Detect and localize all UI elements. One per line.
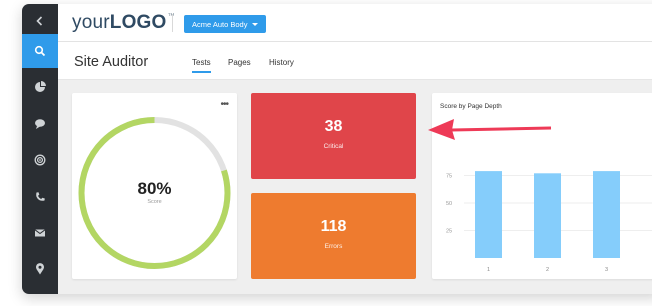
errors-count: 118 [320,218,347,235]
x-tick-label: 3 [605,267,608,273]
score-label: Score [147,199,162,205]
header-divider [172,14,173,32]
account-switcher-button[interactable]: Acme Auto Body [184,15,267,33]
score-value: 80% [137,179,172,198]
sidebar-item-email[interactable] [22,216,58,250]
sidebar-item-reports[interactable] [22,70,58,104]
tab-pages[interactable]: Pages [228,58,251,67]
y-tick-label: 50 [446,201,452,207]
sidebar-item-search[interactable] [22,34,58,68]
errors-label: Errors [324,243,343,250]
search-icon [34,45,46,57]
sidebar-item-reviews[interactable] [22,107,58,141]
brand-logo[interactable]: yourLOGO™ [72,12,175,34]
chevron-left-icon [36,16,43,26]
tab-tests[interactable]: Tests [192,58,211,73]
chat-bubble-icon [35,119,45,129]
account-label: Acme Auto Body [192,19,248,29]
bar-chart: 2550751234 [446,171,652,273]
critical-count: 38 [324,118,343,135]
x-tick-label: 1 [487,267,490,273]
bar [534,173,561,258]
bar [593,171,620,258]
pie-chart-icon [35,81,46,92]
tab-history[interactable]: History [269,58,294,67]
phone-icon [36,192,45,201]
critical-label: Critical [323,143,344,150]
sidebar-item-locations[interactable] [22,252,58,286]
errors-card[interactable]: 118 Errors [251,193,416,279]
envelope-icon [34,229,46,237]
page-title: Site Auditor [74,54,149,70]
bar [475,171,502,258]
map-pin-icon [36,263,44,275]
sidebar-item-listings[interactable] [22,143,58,177]
critical-card[interactable]: 38 Critical [251,93,416,179]
y-tick-label: 75 [446,174,452,180]
y-tick-label: 25 [446,229,452,235]
score-card: ••• 80% Score [72,93,237,279]
caret-down-icon [252,22,259,26]
sidebar-item-calls[interactable] [22,180,58,214]
top-bar: yourLOGO™ Acme Auto Body [58,4,652,42]
chart-card: Score by Page Depth 2550751234 [432,93,652,279]
target-icon [34,154,46,166]
icon-sidebar [22,4,58,294]
collapse-button[interactable] [22,4,58,38]
x-tick-label: 2 [546,267,549,273]
app-window: yourLOGO™ Acme Auto Body Site Auditor Te… [22,4,652,294]
page-header: Site Auditor Tests Pages History [58,42,652,80]
